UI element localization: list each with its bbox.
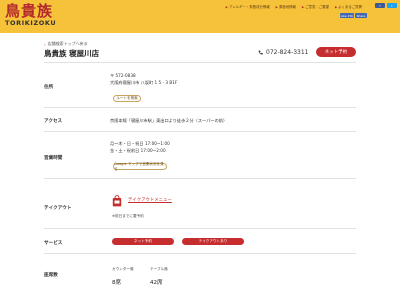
takeout-note: ※前日までに要予約 <box>112 214 144 218</box>
back-to-search-link[interactable]: ‹ 店舗検索トップへ戻る <box>44 41 88 47</box>
takeout-label: テイクアウト <box>44 206 72 211</box>
store-name: 鳥貴族 寝屋川店 <box>44 49 100 58</box>
counter-seats-label: カウンター席 <box>112 267 134 271</box>
header-link-label: アレルギー・栄養成分情報 <box>228 5 270 9</box>
google-maps-status-button[interactable]: Google マップで営業状況を見る <box>113 162 167 171</box>
header-link-feedback[interactable]: ▶ ご意見・ご要望 <box>301 4 329 10</box>
divider <box>44 107 356 108</box>
route-search-button[interactable]: ルートを検索 <box>113 95 141 102</box>
store-phone[interactable]: 072-824-3311 <box>258 49 309 56</box>
takeout-bag-icon <box>112 195 122 207</box>
facebook-icon[interactable]: f <box>375 3 385 8</box>
address-label: 住所 <box>44 85 54 90</box>
back-link-label: 店舗検索トップへ戻る <box>47 41 88 46</box>
access-label: アクセス <box>44 119 63 124</box>
access-text: 京阪本線「寝屋川市駅」東出口より徒歩２分（スーパーの前） <box>110 118 228 123</box>
table-seats-label: テーブル席 <box>150 267 168 271</box>
header-link-label: よくあるご質問 <box>338 5 362 9</box>
divider <box>44 228 356 229</box>
address-line: 大阪府寝屋川市 八坂町 1 5 - 3 B1F <box>110 80 178 85</box>
triangle-icon: ▶ <box>301 4 305 9</box>
logo-kanji: 鳥貴族 <box>5 2 54 20</box>
hours-line-1: 月～木・日・祝日 17:00~1:00 <box>110 141 170 146</box>
net-reservation-button[interactable]: ネット予約 <box>316 47 356 57</box>
header-link-label: 原産地情報 <box>278 5 296 9</box>
divider <box>44 131 356 132</box>
service-tag-takeout: テイクアウトあり <box>182 238 244 245</box>
counter-seats-value: 8席 <box>112 280 121 286</box>
facebook-like-button[interactable]: Like 15K <box>340 13 354 18</box>
divider <box>44 253 356 254</box>
twitter-icon[interactable]: t <box>387 3 397 8</box>
header-links: ▶ アレルギー・栄養成分情報 ▶ 原産地情報 ▶ ご意見・ご要望 ▶ よくあるご質問 <box>225 4 362 10</box>
chevron-left-icon: ‹ <box>44 41 46 47</box>
seats-label: 座席数 <box>44 273 58 278</box>
divider <box>44 178 356 179</box>
triangle-icon: ▶ <box>275 4 278 9</box>
triangle-icon: ▶ <box>334 4 338 9</box>
phone-icon <box>258 50 263 55</box>
service-tag-net-reservation: ネット予約 <box>112 238 174 245</box>
phone-number: 072-824-3311 <box>266 49 309 56</box>
header-link-origin[interactable]: ▶ 原産地情報 <box>275 4 296 10</box>
brand-logo[interactable]: 鳥貴族 TORIKIZOKU <box>5 3 75 30</box>
address-zip: 〒 572-0838 <box>110 73 136 78</box>
facebook-share-button[interactable]: Share <box>355 13 367 18</box>
table-seats-value: 42席 <box>150 280 163 286</box>
divider <box>44 62 356 63</box>
header-link-allergy[interactable]: ▶ アレルギー・栄養成分情報 <box>225 4 270 10</box>
site-header: 鳥貴族 TORIKIZOKU ▶ アレルギー・栄養成分情報 ▶ 原産地情報 ▶ ご意見… <box>0 0 400 33</box>
services-label: サービス <box>44 241 63 246</box>
hours-line-2: 金・土・祝前日 17:00~2:00 <box>110 148 166 153</box>
takeout-menu-link[interactable]: テイクアウトメニュー <box>128 197 172 203</box>
triangle-icon: ▶ <box>225 4 228 9</box>
logo-roman: TORIKIZOKU <box>5 19 57 27</box>
header-link-label: ご意見・ご要望 <box>305 5 329 9</box>
header-link-faq[interactable]: ▶ よくあるご質問 <box>334 4 362 10</box>
hours-label: 営業時間 <box>44 156 63 161</box>
